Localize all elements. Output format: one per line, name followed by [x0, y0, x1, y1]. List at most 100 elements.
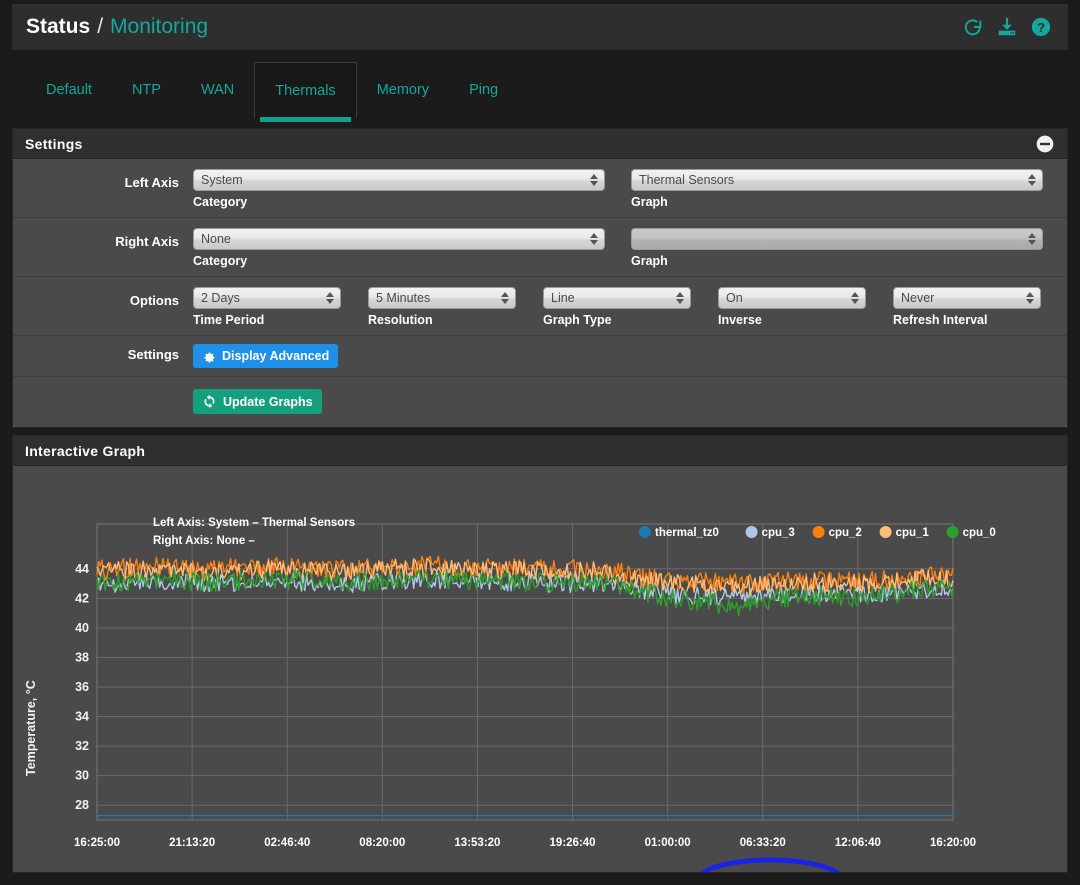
- right-axis-category-select[interactable]: None: [193, 228, 605, 250]
- svg-text:42: 42: [75, 591, 89, 605]
- update-graphs-row: Update Graphs: [13, 377, 1067, 427]
- left-axis-category-select[interactable]: System: [193, 169, 605, 191]
- tab-thermals[interactable]: Thermals: [254, 62, 357, 122]
- select-value: 2 Days: [201, 291, 240, 305]
- left-axis-category-group: System Category: [193, 169, 605, 209]
- spinner-icon: [590, 233, 598, 245]
- panel-title: Settings: [25, 135, 83, 152]
- svg-text:06:33:20: 06:33:20: [740, 837, 786, 849]
- refresh-interval-group: Never Refresh Interval: [893, 287, 1041, 327]
- svg-text:34: 34: [75, 710, 89, 724]
- tab-active-underline: [260, 117, 351, 122]
- graph-body: 28 30 32 34 36 38 40 42 44 16:25:00 21:13:20 02:46…: [13, 466, 1067, 872]
- resolution-caption: Resolution: [368, 313, 433, 327]
- tab-label: Default: [46, 82, 92, 98]
- graph-type-group: Line Graph Type: [543, 287, 691, 327]
- svg-text:13:53:20: 13:53:20: [454, 837, 500, 849]
- refresh-interval-select[interactable]: Never: [893, 287, 1041, 309]
- select-value: 5 Minutes: [376, 291, 431, 305]
- select-value: Thermal Sensors: [639, 173, 735, 187]
- right-axis-row: Right Axis None Category Graph: [13, 218, 1067, 277]
- breadcrumb-leaf[interactable]: Monitoring: [110, 15, 208, 39]
- tab-memory[interactable]: Memory: [357, 62, 449, 118]
- right-axis-graph-group: Graph: [631, 228, 1043, 268]
- svg-text:21:13:20: 21:13:20: [169, 837, 215, 849]
- settings-row-label: Settings: [127, 347, 179, 362]
- display-advanced-button[interactable]: Display Advanced: [193, 344, 339, 368]
- tab-label: Ping: [469, 82, 499, 98]
- spinner-icon: [676, 292, 684, 304]
- help-icon[interactable]: ?: [1030, 16, 1052, 38]
- spinner-icon: [1028, 174, 1036, 186]
- inverse-caption: Inverse: [718, 313, 762, 327]
- svg-text:30: 30: [75, 769, 89, 783]
- options-label: Options: [129, 293, 179, 308]
- select-value: Line: [551, 291, 575, 305]
- right-axis-graph-select[interactable]: [631, 228, 1043, 250]
- spinner-icon: [590, 174, 598, 186]
- select-value: Never: [901, 291, 935, 305]
- update-graphs-button[interactable]: Update Graphs: [193, 389, 322, 414]
- right-axis-graph-caption: Graph: [631, 254, 668, 268]
- svg-text:thermal_tz0: thermal_tz0: [655, 527, 719, 539]
- refresh-interval-caption: Refresh Interval: [893, 313, 988, 327]
- top-header-bar: Status / Monitoring ?: [12, 4, 1068, 50]
- inverse-select[interactable]: On: [718, 287, 866, 309]
- refresh-icon[interactable]: [962, 16, 984, 38]
- svg-text:38: 38: [75, 650, 89, 664]
- options-row: Options 2 Days Time Period 5 Minutes Res…: [13, 277, 1067, 336]
- settings-panel: Settings Left Axis System Category Therm…: [12, 128, 1068, 428]
- svg-text:40: 40: [75, 621, 89, 635]
- svg-text:08:20:00: 08:20:00: [359, 837, 405, 849]
- refresh-icon: [204, 394, 215, 409]
- svg-text:16:20:00: 16:20:00: [930, 837, 976, 849]
- breadcrumb: Status / Monitoring: [26, 15, 208, 39]
- select-value: None: [201, 232, 231, 246]
- svg-text:32: 32: [75, 739, 89, 753]
- tab-label: Thermals: [275, 82, 336, 99]
- tab-strip: Default NTP WAN Thermals Memory Ping: [12, 62, 1068, 122]
- svg-text:19:26:40: 19:26:40: [550, 837, 596, 849]
- graph-type-select[interactable]: Line: [543, 287, 691, 309]
- tab-ping[interactable]: Ping: [449, 62, 518, 118]
- spinner-icon: [1028, 233, 1036, 245]
- tab-label: WAN: [200, 82, 235, 98]
- svg-text:01:00:00: 01:00:00: [645, 837, 691, 849]
- time-period-select[interactable]: 2 Days: [193, 287, 341, 309]
- update-graphs-label: Update Graphs: [223, 394, 313, 409]
- right-axis-category-group: None Category: [193, 228, 605, 268]
- interactive-graph-panel: Interactive Graph 28 30 32 34 36 38 40 42 44 16:…: [12, 435, 1068, 873]
- tab-ntp[interactable]: NTP: [112, 62, 181, 118]
- svg-text:16:25:00: 16:25:00: [74, 837, 120, 849]
- svg-text:?: ?: [1037, 20, 1045, 35]
- download-icon[interactable]: [996, 16, 1018, 38]
- chart-y-tick-labels: 28 30 32 34 36 38 40 42 44: [75, 562, 89, 812]
- left-axis-graph-select[interactable]: Thermal Sensors: [631, 169, 1043, 191]
- graph-panel-header: Interactive Graph: [13, 436, 1067, 466]
- resolution-select[interactable]: 5 Minutes: [368, 287, 516, 309]
- spinner-icon: [1026, 292, 1034, 304]
- right-axis-category-caption: Category: [193, 254, 248, 268]
- display-advanced-label: Display Advanced: [222, 349, 330, 363]
- select-value: On: [726, 291, 743, 305]
- breadcrumb-root: Status: [26, 15, 91, 38]
- spinner-icon: [326, 292, 334, 304]
- left-axis-note: Left Axis: System – Thermal Sensors: [153, 517, 355, 529]
- panel-title: Interactive Graph: [25, 442, 146, 459]
- svg-text:02:46:40: 02:46:40: [264, 837, 310, 849]
- svg-text:28: 28: [75, 798, 89, 812]
- tab-wan[interactable]: WAN: [181, 62, 254, 118]
- minus-circle-icon[interactable]: [1035, 134, 1055, 154]
- chart-y-axis-label: Temperature, °C: [24, 680, 38, 776]
- settings-panel-header: Settings: [13, 129, 1067, 159]
- svg-text:cpu_1: cpu_1: [896, 527, 930, 539]
- right-axis-note: Right Axis: None –: [153, 535, 255, 547]
- right-axis-label: Right Axis: [115, 234, 179, 249]
- advanced-settings-row: Settings Display Advanced: [13, 336, 1067, 377]
- gear-icon: [204, 352, 215, 363]
- tab-default[interactable]: Default: [26, 62, 112, 118]
- time-period-group: 2 Days Time Period: [193, 287, 341, 327]
- time-period-caption: Time Period: [193, 313, 265, 327]
- thermal-sensors-chart[interactable]: 28 30 32 34 36 38 40 42 44 16:25:00 21:13:20 02:46…: [13, 466, 1067, 872]
- left-axis-label: Left Axis: [124, 175, 179, 190]
